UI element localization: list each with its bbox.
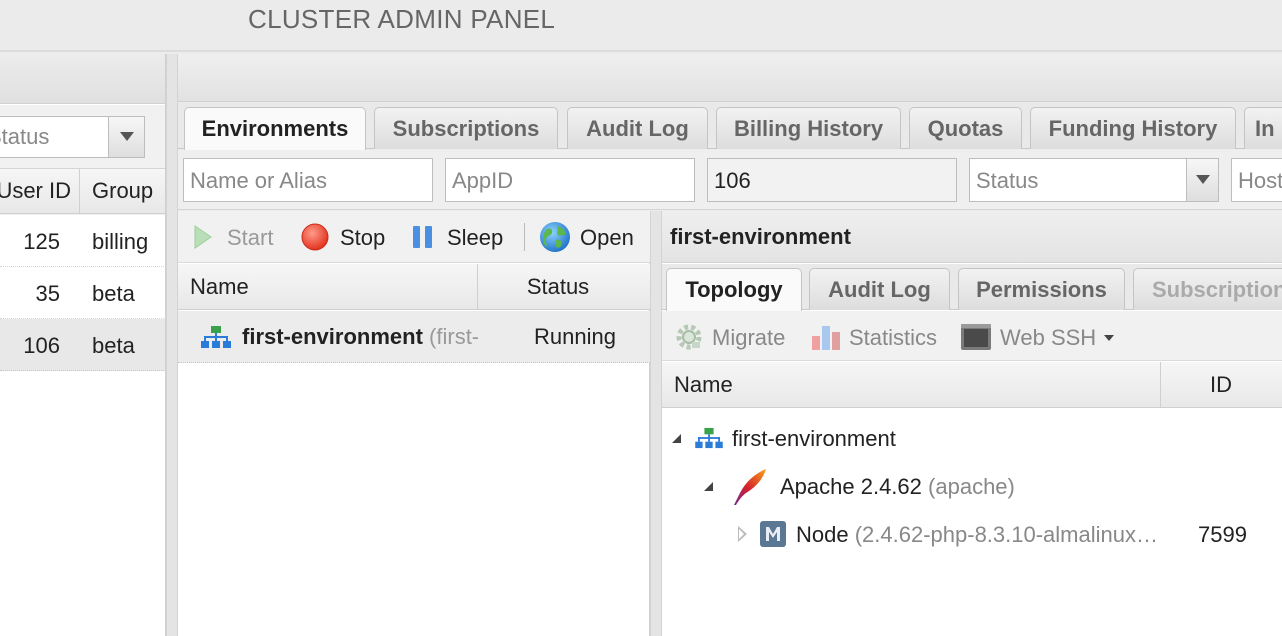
terminal-icon xyxy=(961,324,991,350)
tab-permissions[interactable]: Permissions xyxy=(958,268,1125,310)
column-name[interactable]: Name xyxy=(674,372,733,398)
environment-toolbar: Start Stop Sleep Open xyxy=(178,211,650,263)
environment-alias: (first-environment) xyxy=(429,324,478,349)
toolbar-divider xyxy=(524,223,525,251)
column-name[interactable]: Name xyxy=(190,274,249,300)
column-group[interactable]: Group xyxy=(92,178,153,204)
group-cell: billing xyxy=(92,229,149,254)
gear-icon xyxy=(676,324,702,350)
node-detail: (2.4.62-php-8.3.10-almalinux… xyxy=(854,522,1158,547)
app-title: CLUSTER ADMIN PANEL xyxy=(248,4,556,34)
title-bar: CLUSTER ADMIN PANEL xyxy=(0,0,1282,52)
expand-toggle-icon[interactable] xyxy=(738,526,747,542)
user-detail-header xyxy=(178,54,1282,102)
column-id[interactable]: ID xyxy=(1161,372,1281,398)
tab-funding-history[interactable]: Funding History xyxy=(1030,107,1236,149)
user-tabs: Environments Subscriptions Audit Log Bil… xyxy=(178,103,1282,150)
tab-subscriptions[interactable]: Subscriptions xyxy=(1133,268,1282,310)
user-id-cell: 106 xyxy=(23,333,60,358)
apache-feather-icon xyxy=(734,469,766,505)
tab-audit-log[interactable]: Audit Log xyxy=(809,268,950,310)
start-button[interactable]: Start xyxy=(192,221,278,253)
table-row[interactable]: 106 beta xyxy=(0,319,165,371)
users-panel: Status User ID Group 125 billing 35 beta… xyxy=(0,54,166,636)
stop-button[interactable]: Stop xyxy=(300,221,392,253)
column-user-id[interactable]: User ID xyxy=(0,169,80,213)
migrate-button[interactable]: Migrate xyxy=(674,321,800,353)
tab-billing-history[interactable]: Billing History xyxy=(716,107,901,149)
table-row[interactable]: first-environment (first-environment) Ru… xyxy=(178,311,650,363)
user-detail-panel: Environments Subscriptions Audit Log Bil… xyxy=(178,54,1282,636)
open-button[interactable]: Open xyxy=(538,221,634,253)
tab-overflow[interactable]: In xyxy=(1244,107,1282,149)
chevron-down-icon[interactable] xyxy=(108,117,144,157)
environment-detail-panel: first-environment Topology Audit Log Per… xyxy=(662,211,1282,636)
environment-filters: Name or Alias AppID 106 Status Host xyxy=(178,150,1282,210)
node-m-icon xyxy=(760,521,786,547)
environments-table-header: Name Status xyxy=(178,264,650,310)
sleep-button[interactable]: Sleep xyxy=(410,221,504,253)
tab-audit-log[interactable]: Audit Log xyxy=(567,107,708,149)
topology-toolbar: Migrate Statistics Web SSH xyxy=(662,311,1282,361)
bar-chart-icon xyxy=(812,326,840,350)
table-row[interactable]: 125 billing xyxy=(0,215,165,267)
status-select[interactable]: Status xyxy=(969,158,1219,202)
tree-node-server[interactable]: Apache 2.4.62 (apache) xyxy=(662,462,1282,510)
name-alias-input[interactable]: Name or Alias xyxy=(183,158,433,202)
chevron-down-icon[interactable] xyxy=(1186,159,1218,201)
host-input[interactable]: Host xyxy=(1231,158,1282,202)
status-filter-value: Status xyxy=(0,124,50,149)
statistics-button[interactable]: Statistics xyxy=(810,321,950,353)
user-id-cell: 125 xyxy=(23,229,60,254)
tab-environments[interactable]: Environments xyxy=(184,107,366,150)
tab-quotas[interactable]: Quotas xyxy=(909,107,1022,149)
topology-table-header: Name ID xyxy=(662,362,1282,408)
users-panel-header xyxy=(0,54,165,104)
environment-topology-icon xyxy=(695,427,723,449)
panel-splitter[interactable] xyxy=(166,54,178,636)
tree-node-environment[interactable]: first-environment xyxy=(662,414,1282,462)
environment-topology-icon xyxy=(201,326,231,348)
panel-splitter[interactable] xyxy=(650,211,662,636)
group-cell: beta xyxy=(92,281,135,306)
web-ssh-button[interactable]: Web SSH xyxy=(960,321,1120,353)
user-id-input[interactable]: 106 xyxy=(707,158,957,202)
expand-toggle-icon[interactable] xyxy=(704,482,713,491)
environment-detail-tabs: Topology Audit Log Permissions Subscript… xyxy=(662,264,1282,311)
play-icon xyxy=(194,225,212,249)
node-id: 7599 xyxy=(1198,522,1247,547)
server-alias: (apache) xyxy=(928,474,1015,499)
group-cell: beta xyxy=(92,333,135,358)
environment-detail-header: first-environment xyxy=(662,211,1282,263)
globe-icon xyxy=(540,222,570,252)
expand-toggle-icon[interactable] xyxy=(672,434,681,443)
environment-detail-title: first-environment xyxy=(670,224,851,249)
pause-icon xyxy=(413,226,432,248)
user-id-cell: 35 xyxy=(35,281,60,306)
tab-topology[interactable]: Topology xyxy=(666,268,802,311)
environment-status: Running xyxy=(534,324,616,349)
tree-node-node[interactable]: Node (2.4.62-php-8.3.10-almalinux… 7599 xyxy=(662,510,1282,558)
caret-down-icon[interactable] xyxy=(1103,334,1115,342)
tab-subscriptions[interactable]: Subscriptions xyxy=(374,107,558,149)
appid-input[interactable]: AppID xyxy=(445,158,695,202)
column-status[interactable]: Status xyxy=(478,274,638,300)
users-table-header: User ID Group xyxy=(0,168,165,214)
environment-name: first-environment (first-environment) xyxy=(242,324,478,350)
table-row[interactable]: 35 beta xyxy=(0,267,165,319)
environments-panel: Start Stop Sleep Open Name Status first-… xyxy=(178,211,650,636)
status-filter-select[interactable]: Status xyxy=(0,116,145,158)
stop-icon xyxy=(301,223,329,251)
